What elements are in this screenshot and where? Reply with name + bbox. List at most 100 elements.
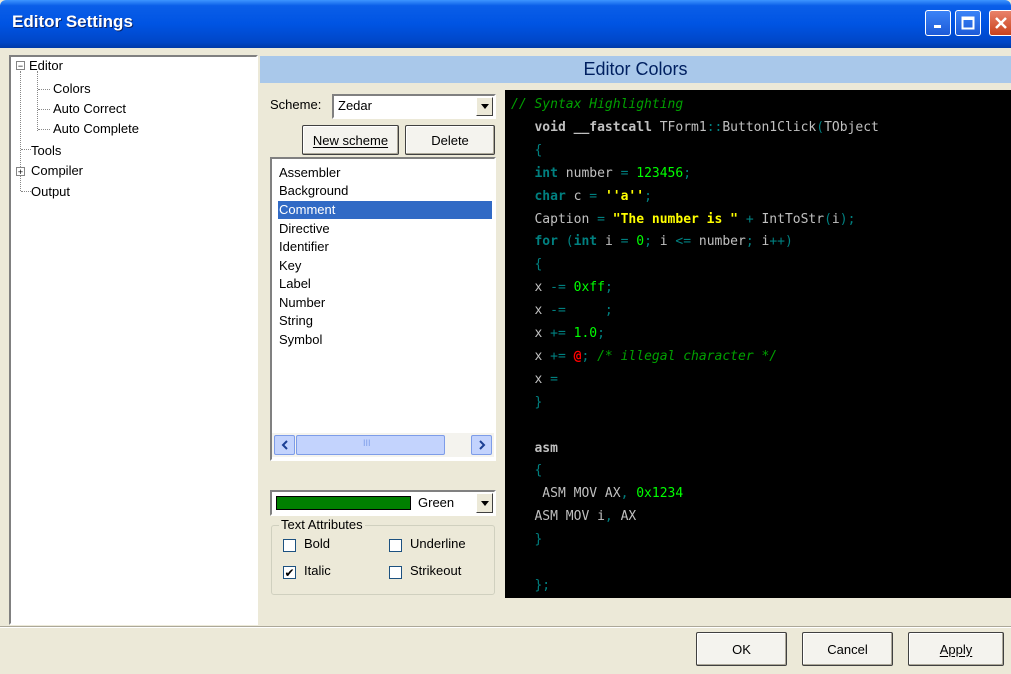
code-line: } [511, 531, 542, 549]
tree-item-editor[interactable]: Editor [29, 58, 63, 74]
scheme-dropdown-button[interactable] [476, 97, 493, 116]
scheme-select[interactable]: Zedar [332, 94, 496, 119]
scroll-right-button[interactable] [471, 435, 492, 455]
list-item[interactable]: Key [278, 257, 492, 275]
panel-heading: Editor Colors [260, 56, 1011, 83]
list-item[interactable]: Identifier [278, 238, 492, 256]
list-item[interactable]: Label [278, 275, 492, 293]
code-line: x = [511, 371, 558, 389]
tree-item-auto-complete[interactable]: Auto Complete [53, 121, 139, 137]
tree-item-tools[interactable]: Tools [31, 143, 61, 159]
code-token-sym: = [597, 211, 613, 227]
code-token-sym: += [550, 348, 574, 364]
minimize-icon [934, 25, 941, 28]
color-dropdown-button[interactable] [476, 493, 493, 513]
tree-item-output[interactable]: Output [31, 184, 70, 200]
bold-checkbox[interactable] [283, 539, 296, 552]
code-token-ident: x [511, 303, 551, 319]
window-title: Editor Settings [12, 12, 133, 31]
underline-label: Underline [410, 536, 466, 551]
code-token-ident: TObject [824, 119, 879, 135]
list-item[interactable]: String [278, 312, 492, 330]
apply-button[interactable]: Apply [908, 632, 1004, 666]
code-token-sym: ; [644, 234, 660, 250]
scroll-grip: III [363, 438, 371, 448]
delete-button[interactable]: Delete [405, 125, 495, 155]
list-item-selected[interactable]: Comment [278, 201, 492, 219]
code-token-kw: void [511, 119, 574, 135]
title-bar [0, 0, 1011, 48]
code-line: ASM MOV i, AX [511, 508, 636, 526]
list-item[interactable]: Assembler [278, 164, 492, 182]
list-item[interactable]: Symbol [278, 331, 492, 349]
scroll-left-button[interactable] [274, 435, 295, 455]
maximize-button[interactable] [955, 10, 981, 36]
code-token-ident: ASM MOV AX [511, 486, 621, 502]
code-token-ident: number [565, 165, 621, 181]
arrow-right-icon [478, 440, 485, 450]
horizontal-scrollbar[interactable]: III [272, 433, 494, 457]
strikeout-checkbox[interactable] [389, 566, 402, 579]
new-scheme-button[interactable]: New scheme [302, 125, 399, 155]
code-token-sym: ; [597, 326, 605, 341]
checkmark-icon: ✔ [284, 565, 295, 580]
italic-checkbox[interactable]: ✔ [283, 566, 296, 579]
code-preview[interactable]: // Syntax Highlighting void __fastcall T… [505, 90, 1011, 598]
tree-item-auto-correct[interactable]: Auto Correct [53, 101, 126, 117]
underline-checkbox[interactable] [389, 539, 402, 552]
tree-item-colors[interactable]: Colors [53, 81, 91, 97]
chevron-down-icon [480, 500, 489, 506]
code-token-ident: x [511, 371, 551, 387]
code-token-comment: // Syntax Highlighting [511, 97, 684, 112]
code-token-ident: IntToStr [761, 211, 825, 227]
code-token-str: "The number is " [612, 211, 746, 227]
code-line: { [511, 142, 542, 160]
bold-label: Bold [304, 536, 331, 551]
code-token-key: char [511, 188, 574, 204]
minimize-button[interactable] [925, 10, 951, 36]
code-token-num: 1.0 [573, 326, 598, 341]
tree-item-compiler[interactable]: Compiler [31, 163, 83, 179]
text-attributes-label: Text Attributes [279, 517, 365, 532]
expander-editor[interactable]: − [16, 61, 25, 71]
code-token-sym: { [511, 463, 543, 479]
code-token-num: 0xff [573, 280, 605, 296]
tree-line [21, 149, 31, 150]
code-token-sym: , [620, 486, 637, 502]
code-token-str: ''a'' [604, 188, 645, 204]
code-token-num: 0x1234 [636, 486, 684, 502]
code-token-sym: <= [675, 234, 699, 250]
close-button[interactable] [989, 10, 1011, 36]
color-swatch [276, 496, 411, 510]
code-token-sym: = [620, 234, 637, 250]
scheme-value: Zedar [338, 98, 372, 113]
code-token-ident: ASM MOV i [511, 509, 605, 525]
code-token-sym: ( [824, 211, 832, 227]
arrow-left-icon [281, 440, 288, 450]
code-token-sym: ; [683, 165, 692, 181]
ok-button[interactable]: OK [696, 632, 787, 666]
code-token-sym: -= [550, 280, 574, 296]
cancel-button[interactable]: Cancel [802, 632, 893, 666]
tree-line [21, 191, 31, 192]
cancel-label: Cancel [827, 641, 868, 657]
code-line: x -= ; [511, 302, 612, 320]
code-token-ident: i [831, 211, 840, 227]
code-line: for (int i = 0; i <= number; i++) [511, 233, 792, 251]
expander-compiler[interactable]: + [16, 167, 25, 177]
list-item[interactable]: Number [278, 294, 492, 312]
tree-line [38, 89, 50, 90]
code-token-ident: AX [620, 509, 637, 525]
scroll-thumb[interactable]: III [296, 435, 445, 455]
code-token-ident: i [604, 234, 621, 250]
list-item[interactable]: Background [278, 182, 492, 200]
color-select[interactable]: Green [270, 490, 496, 516]
code-token-sym: ( [565, 234, 574, 250]
code-token-sym: ; [604, 280, 613, 296]
code-token-ident: x [511, 280, 551, 296]
close-icon [994, 17, 1007, 29]
code-line: x -= 0xff; [511, 279, 613, 297]
list-item[interactable]: Directive [278, 220, 492, 238]
code-token-sym: } [511, 394, 543, 410]
element-list[interactable]: Assembler Background Comment Directive I… [270, 157, 496, 461]
